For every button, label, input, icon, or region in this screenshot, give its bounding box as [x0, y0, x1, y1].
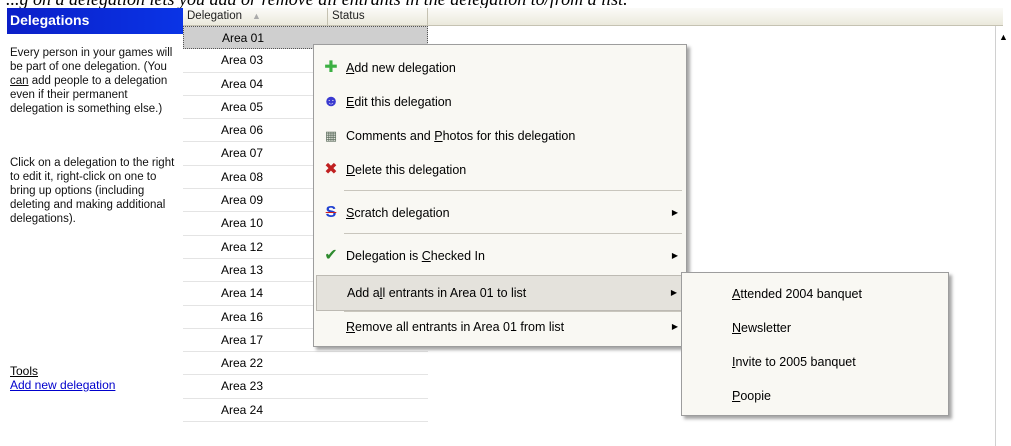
left-panel: Delegations Every person in your games w…: [7, 8, 184, 446]
vertical-scrollbar[interactable]: ▲: [995, 26, 1011, 446]
menu-item-comments-photos[interactable]: ▦ Comments and Photos for this delegatio…: [316, 119, 684, 153]
menu-item-label: Scratch delegation: [346, 206, 450, 220]
menu-item-add-entrants-to-list[interactable]: Add all entrants in Area 01 to list ▶: [316, 275, 684, 311]
list-submenu: Attended 2004 banquet Newsletter Invite …: [681, 272, 949, 416]
description-text: add people to a delegation even if their…: [10, 75, 168, 115]
menu-item-label: Add all entrants in Area 01 to list: [347, 286, 527, 300]
plus-icon: ✚: [324, 59, 338, 76]
panel-description-1: Every person in your games will be part …: [10, 46, 178, 116]
table-row[interactable]: Area 23: [183, 375, 428, 399]
menu-item-label: Edit this delegation: [346, 95, 452, 109]
menu-item-add-new-delegation[interactable]: ✚ Add new delegation: [316, 51, 684, 85]
scroll-up-icon[interactable]: ▲: [999, 32, 1008, 42]
sort-ascending-icon: ▲: [251, 11, 261, 21]
menu-item-remove-entrants-from-list[interactable]: Remove all entrants in Area 01 from list…: [316, 310, 684, 344]
menu-item-label: Remove all entrants in Area 01 from list: [346, 320, 565, 334]
menu-item-checked-in[interactable]: ✔ Delegation is Checked In ▶: [316, 239, 684, 273]
menu-separator: [344, 233, 682, 234]
delete-x-icon: ✖: [324, 161, 338, 178]
menu-item-edit-delegation[interactable]: ☻ Edit this delegation: [316, 85, 684, 119]
submenu-item-newsletter[interactable]: Newsletter: [684, 311, 946, 345]
tools-link[interactable]: Tools: [10, 364, 38, 378]
scratch-icon: S: [325, 204, 337, 221]
grid-header: Delegation ▲ Status: [183, 8, 1003, 26]
menu-item-label: Delegation is Checked In: [346, 249, 485, 263]
checkmark-icon: ✔: [324, 247, 338, 264]
submenu-item-label: Newsletter: [732, 321, 792, 335]
menu-item-scratch-delegation[interactable]: S Scratch delegation ▶: [316, 196, 684, 230]
description-emphasis: can: [10, 75, 29, 87]
column-header-delegation[interactable]: Delegation ▲: [183, 8, 328, 25]
description-text: Every person in your games will be part …: [10, 47, 173, 73]
submenu-item-label: Attended 2004 banquet: [732, 287, 862, 301]
submenu-item-label: Invite to 2005 banquet: [732, 355, 856, 369]
submenu-arrow-icon: ▶: [671, 208, 678, 217]
context-menu: ✚ Add new delegation ☻ Edit this delegat…: [313, 44, 687, 347]
submenu-arrow-icon: ▶: [670, 288, 677, 297]
add-new-delegation-link[interactable]: Add new delegation: [10, 378, 115, 392]
submenu-item-poopie[interactable]: Poopie: [684, 379, 946, 413]
submenu-arrow-icon: ▶: [671, 322, 678, 331]
table-row[interactable]: Area 22: [183, 352, 428, 376]
submenu-arrow-icon: ▶: [671, 251, 678, 260]
table-row[interactable]: Area 24: [183, 399, 428, 423]
menu-item-delete-delegation[interactable]: ✖ Delete this delegation: [316, 153, 684, 187]
submenu-item-label: Poopie: [732, 389, 771, 403]
submenu-item-attended-2004-banquet[interactable]: Attended 2004 banquet: [684, 277, 946, 311]
menu-separator: [344, 190, 682, 191]
submenu-item-invite-2005-banquet[interactable]: Invite to 2005 banquet: [684, 345, 946, 379]
panel-title: Delegations: [7, 8, 183, 34]
panel-description-2: Click on a delegation to the right to ed…: [10, 157, 175, 225]
menu-item-label: Comments and Photos for this delegation: [346, 129, 576, 143]
menu-item-label: Delete this delegation: [346, 163, 467, 177]
menu-item-label: Add new delegation: [346, 61, 456, 75]
photos-icon: ▦: [324, 128, 338, 143]
column-header-status[interactable]: Status: [328, 8, 428, 25]
edit-person-icon: ☻: [322, 93, 340, 110]
column-label: Delegation: [187, 10, 242, 22]
